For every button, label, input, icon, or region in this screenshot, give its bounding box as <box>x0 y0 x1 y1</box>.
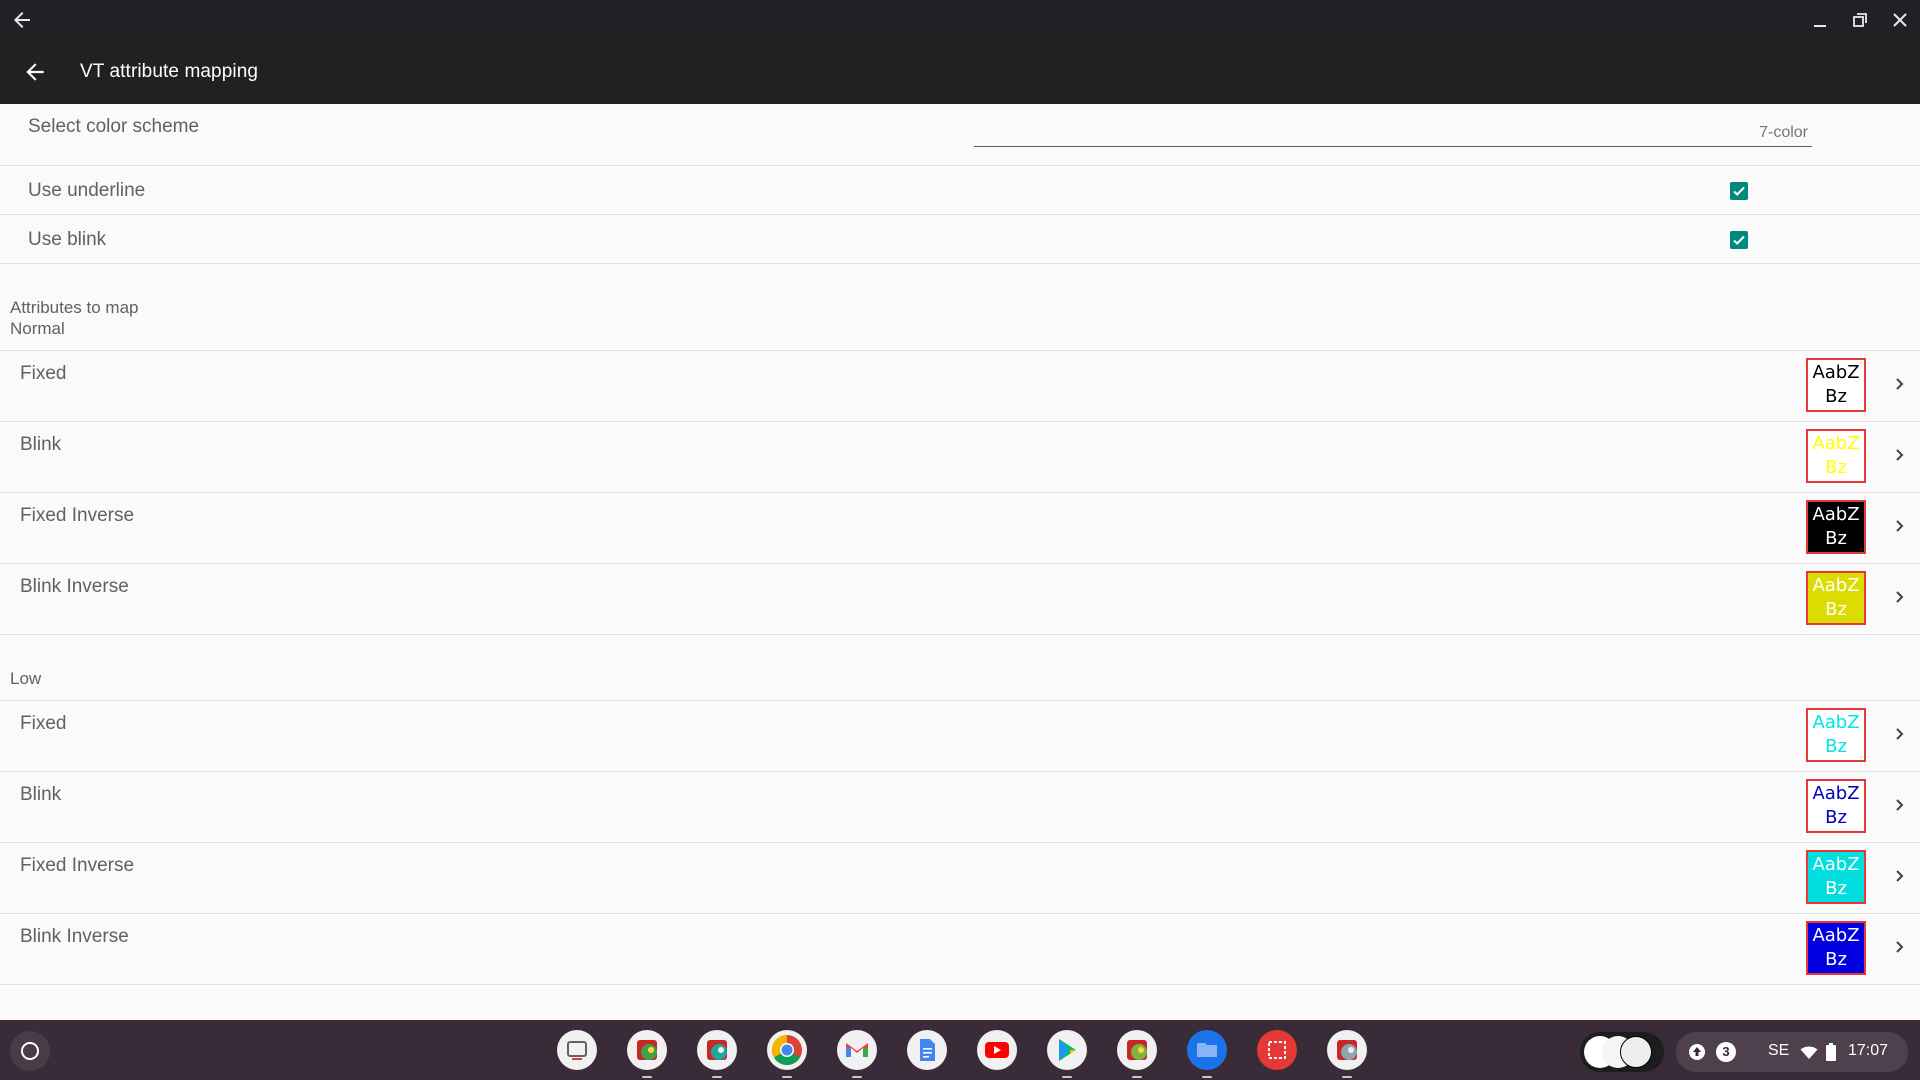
attribute-label: Fixed Inverse <box>20 855 135 876</box>
notification-count-badge[interactable]: 3 <box>1716 1042 1736 1062</box>
minimize-icon[interactable] <box>1808 8 1832 32</box>
chevron-right-icon[interactable] <box>1894 796 1906 814</box>
normal-section-title: Normal <box>10 319 65 338</box>
chevron-right-icon[interactable] <box>1894 938 1906 956</box>
low-blink-inverse-row[interactable]: Blink Inverse AabZ Bz <box>0 914 1920 985</box>
files-icon[interactable] <box>1187 1030 1227 1070</box>
normal-blink-row[interactable]: Blink AabZ Bz <box>0 422 1920 493</box>
restore-icon[interactable] <box>1848 8 1872 32</box>
use-blink-checkbox[interactable] <box>1730 231 1748 249</box>
low-fixed-row[interactable]: Fixed AabZ Bz <box>0 701 1920 772</box>
use-underline-row[interactable]: Use underline <box>0 166 1920 215</box>
use-blink-label: Use blink <box>28 229 107 250</box>
gmail-icon[interactable] <box>837 1030 877 1070</box>
close-icon[interactable] <box>1888 8 1912 32</box>
running-indicator <box>1202 1076 1212 1078</box>
normal-blink-inverse-row[interactable]: Blink Inverse AabZ Bz <box>0 564 1920 635</box>
running-indicator <box>782 1076 792 1078</box>
chevron-right-icon[interactable] <box>1894 375 1906 393</box>
color-scheme-select[interactable]: 7-color <box>1759 124 1808 142</box>
docs-icon[interactable] <box>907 1030 947 1070</box>
battery-icon <box>1826 1043 1836 1061</box>
attributes-to-map-label: Attributes to map <box>10 298 139 317</box>
terminal-app-icon[interactable] <box>1117 1030 1157 1070</box>
attribute-label: Blink <box>20 434 62 455</box>
attribute-preview-swatch: AabZ Bz <box>1806 921 1866 975</box>
attribute-label: Fixed <box>20 363 67 384</box>
status-tray[interactable]: 3 SE 17:07 <box>1676 1032 1908 1072</box>
arrow-back-icon[interactable] <box>22 59 48 85</box>
screenshot-app-icon[interactable] <box>1257 1030 1297 1070</box>
running-indicator <box>852 1076 862 1078</box>
running-indicator <box>642 1076 652 1078</box>
terminal-app-icon[interactable] <box>697 1030 737 1070</box>
running-indicator <box>1062 1076 1072 1078</box>
screen-capture-app-icon[interactable] <box>557 1030 597 1070</box>
attribute-preview-swatch: AabZ Bz <box>1806 779 1866 833</box>
running-indicator <box>1132 1076 1142 1078</box>
color-scheme-row[interactable]: Select color scheme 7-color <box>0 104 1920 166</box>
holding-space-thumbnail <box>1620 1036 1652 1068</box>
attribute-preview-swatch: AabZ Bz <box>1806 429 1866 483</box>
launcher-button[interactable] <box>10 1031 50 1071</box>
low-blink-row[interactable]: Blink AabZ Bz <box>0 772 1920 843</box>
attribute-preview-swatch: AabZ Bz <box>1806 708 1866 762</box>
normal-fixed-row[interactable]: Fixed AabZ Bz <box>0 351 1920 422</box>
chevron-right-icon[interactable] <box>1894 446 1906 464</box>
attribute-preview-swatch: AabZ Bz <box>1806 358 1866 412</box>
chevron-right-icon[interactable] <box>1894 725 1906 743</box>
checkmark-icon <box>1733 186 1745 196</box>
low-fixed-inverse-row[interactable]: Fixed Inverse AabZ Bz <box>0 843 1920 914</box>
chevron-right-icon[interactable] <box>1894 517 1906 535</box>
youtube-icon[interactable] <box>977 1030 1017 1070</box>
launcher-icon <box>21 1042 39 1060</box>
attribute-label: Fixed <box>20 713 67 734</box>
attribute-label: Blink Inverse <box>20 576 129 597</box>
update-icon <box>1689 1044 1705 1060</box>
use-underline-checkbox[interactable] <box>1730 182 1748 200</box>
page-title: VT attribute mapping <box>80 61 259 82</box>
checkmark-icon <box>1733 235 1745 245</box>
chrome-icon[interactable] <box>767 1030 807 1070</box>
holding-space-pod[interactable] <box>1580 1032 1664 1072</box>
chevron-right-icon[interactable] <box>1894 588 1906 606</box>
low-section-title: Low <box>10 669 42 688</box>
attribute-label: Fixed Inverse <box>20 505 135 526</box>
normal-fixed-inverse-row[interactable]: Fixed Inverse AabZ Bz <box>0 493 1920 564</box>
ime-indicator[interactable]: SE <box>1768 1042 1789 1060</box>
system-shelf: 3 SE 17:07 <box>0 1020 1920 1080</box>
app-bar: VT attribute mapping <box>0 40 1920 104</box>
running-indicator <box>1342 1076 1352 1078</box>
window-caption-bar <box>0 0 1920 40</box>
color-scheme-underline <box>974 146 1812 147</box>
running-indicator <box>712 1076 722 1078</box>
attribute-label: Blink <box>20 784 62 805</box>
attributes-section-header: Attributes to map Normal <box>10 297 139 339</box>
terminal-app-icon[interactable] <box>1327 1030 1367 1070</box>
chevron-right-icon[interactable] <box>1894 867 1906 885</box>
use-underline-label: Use underline <box>28 180 146 201</box>
attribute-preview-swatch: AabZ Bz <box>1806 571 1866 625</box>
attribute-label: Blink Inverse <box>20 926 129 947</box>
play-store-icon[interactable] <box>1047 1030 1087 1070</box>
terminal-app-icon[interactable] <box>627 1030 667 1070</box>
settings-content: Select color scheme 7-color Use underlin… <box>0 104 1920 1020</box>
wifi-icon <box>1800 1046 1818 1059</box>
attribute-preview-swatch: AabZ Bz <box>1806 500 1866 554</box>
color-scheme-label: Select color scheme <box>28 116 200 137</box>
use-blink-row[interactable]: Use blink <box>0 215 1920 264</box>
attribute-preview-swatch: AabZ Bz <box>1806 850 1866 904</box>
arrow-back-icon[interactable] <box>10 8 34 32</box>
clock-time[interactable]: 17:07 <box>1848 1042 1888 1060</box>
